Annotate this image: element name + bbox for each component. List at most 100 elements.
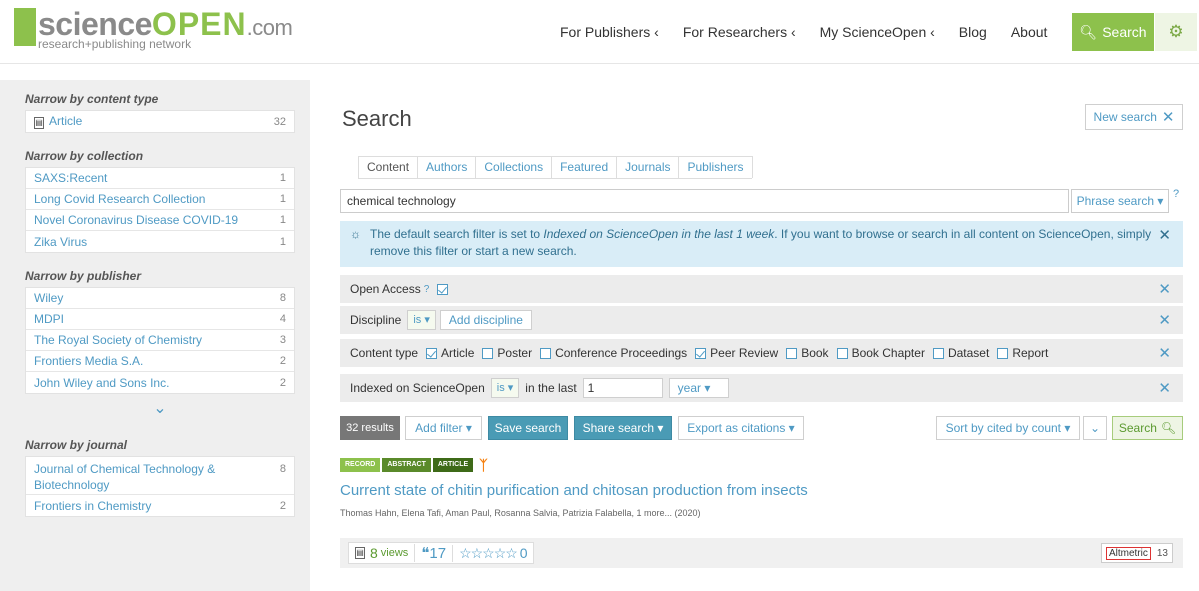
show-more-chevron-icon[interactable]: ⌄	[25, 398, 295, 420]
tab-content[interactable]: Content	[358, 156, 419, 178]
phrase-search-dropdown[interactable]: Phrase search ▾	[1071, 189, 1169, 213]
publisher-item[interactable]: John Wiley and Sons Inc. 2	[26, 372, 294, 393]
lightbulb-icon: ☼	[350, 227, 361, 241]
content-type-heading: Narrow by content type	[25, 92, 159, 106]
result-title-link[interactable]: Current state of chitin purification and…	[340, 482, 808, 499]
sort-dropdown[interactable]: Sort by cited by count ▾	[936, 416, 1080, 440]
star-icons: ☆☆☆☆☆	[459, 544, 518, 561]
list-item-label: John Wiley and Sons Inc.	[34, 375, 170, 390]
checkbox-dataset[interactable]	[932, 347, 944, 359]
nav-for-publishers[interactable]: For Publishers ‹	[560, 24, 659, 40]
in-the-last-label: in the last	[525, 381, 577, 395]
publisher-item[interactable]: Frontiers Media S.A. 2	[26, 351, 294, 372]
list-item-label: Article	[49, 114, 83, 128]
list-item-count: 4	[279, 313, 286, 325]
remove-filter-icon[interactable]: ✕	[1158, 344, 1171, 362]
option-label: Peer Review	[710, 346, 779, 360]
checkbox-book-chapter[interactable]	[836, 347, 848, 359]
publisher-item[interactable]: Wiley 8	[26, 288, 294, 309]
search-panel: Search New search ✕ Content Authors Coll…	[325, 80, 1199, 591]
indexed-operator-select[interactable]: is ▾	[490, 378, 520, 398]
header-search-button[interactable]: 🔍︎ Search	[1072, 13, 1154, 51]
list-item-count: 1	[279, 214, 286, 226]
new-search-button[interactable]: New search ✕	[1085, 104, 1183, 130]
info-banner: ☼ The default search filter is set to In…	[340, 221, 1183, 267]
content-type-list: ▤ Article 32	[25, 110, 295, 133]
tab-collections[interactable]: Collections	[475, 156, 553, 178]
altmetric-logo: Altmetric	[1105, 546, 1151, 560]
altmetric-badge[interactable]: Altmetric 13	[1100, 543, 1173, 563]
content-type-item-article[interactable]: ▤ Article 32	[26, 111, 294, 132]
tab-featured[interactable]: Featured	[551, 156, 618, 178]
collection-item[interactable]: Long Covid Research Collection 1	[26, 189, 294, 210]
remove-filter-icon[interactable]: ✕	[1158, 379, 1171, 397]
list-item-label: Wiley	[34, 291, 64, 305]
help-icon[interactable]: ?	[424, 284, 430, 295]
list-item-label: Journal of Chemical Technology & Biotech…	[34, 462, 216, 492]
help-icon[interactable]: ?	[1173, 188, 1179, 200]
scienceopen-logo[interactable]: scienceOPEN.com research+publishing netw…	[14, 8, 293, 50]
remove-filter-icon[interactable]: ✕	[1158, 311, 1171, 329]
nav-my-scienceopen[interactable]: My ScienceOpen ‹	[820, 24, 935, 40]
checkbox-article[interactable]	[426, 347, 438, 359]
citations-count[interactable]: ❝17	[414, 544, 446, 562]
journal-heading: Narrow by journal	[25, 438, 128, 452]
settings-gear-icon[interactable]: ⚙	[1155, 13, 1197, 51]
publisher-item[interactable]: MDPI 4	[26, 309, 294, 330]
list-item-label: Frontiers Media S.A.	[34, 354, 144, 368]
list-item-label: Novel Coronavirus Disease COVID-19	[34, 213, 239, 227]
share-search-button[interactable]: Share search ▾	[574, 416, 672, 440]
publisher-item[interactable]: The Royal Society of Chemistry 3	[26, 330, 294, 351]
export-citations-button[interactable]: Export as citations ▾	[678, 416, 804, 440]
open-access-checkbox[interactable]	[437, 283, 449, 295]
option-label: Dataset	[947, 346, 990, 360]
main-nav: For Publishers ‹ For Researchers ‹ My Sc…	[560, 0, 1071, 64]
indexed-label: Indexed on ScienceOpen	[350, 381, 485, 395]
list-item-count: 1	[279, 193, 286, 205]
results-toolbar: 32 results Add filter ▾ Save search Shar…	[340, 416, 1183, 440]
header-search-label: Search	[1102, 24, 1147, 40]
tab-publishers[interactable]: Publishers	[678, 156, 753, 178]
remove-filter-icon[interactable]: ✕	[1158, 280, 1171, 298]
nav-about[interactable]: About	[1011, 24, 1048, 40]
add-filter-button[interactable]: Add filter ▾	[405, 416, 482, 440]
journal-item[interactable]: Frontiers in Chemistry 2	[26, 495, 294, 516]
checkbox-report[interactable]	[997, 347, 1009, 359]
nav-for-researchers[interactable]: For Researchers ‹	[683, 24, 796, 40]
journal-list: Journal of Chemical Technology & Biotech…	[25, 456, 295, 517]
discipline-label: Discipline	[350, 313, 402, 327]
checkbox-book[interactable]	[786, 347, 798, 359]
time-unit-select[interactable]: year ▾	[668, 378, 729, 398]
views-count: 8	[370, 545, 378, 561]
altmetric-score: 13	[1156, 547, 1168, 559]
rating-stars[interactable]: ☆☆☆☆☆ 0	[452, 544, 528, 562]
list-item-label: Frontiers in Chemistry	[34, 498, 152, 513]
result-badges: RECORD ABSTRACT ARTICLE ᛉ	[340, 457, 488, 473]
toolbar-search-button[interactable]: Search 🔍︎	[1112, 416, 1183, 440]
list-item-count: 3	[279, 334, 286, 346]
save-search-button[interactable]: Save search	[488, 416, 568, 440]
checkbox-peer-review[interactable]	[695, 347, 707, 359]
checkbox-conference-proceedings[interactable]	[540, 347, 552, 359]
time-amount-input[interactable]: 1	[582, 378, 663, 398]
journal-item[interactable]: Journal of Chemical Technology & Biotech…	[26, 457, 294, 495]
add-discipline-button[interactable]: Add discipline	[439, 310, 532, 330]
checkbox-poster[interactable]	[482, 347, 494, 359]
search-query-input[interactable]: chemical technology	[340, 189, 1069, 213]
sort-direction-chevron-icon[interactable]: ⌄	[1083, 416, 1107, 440]
close-icon: ✕	[1161, 109, 1175, 126]
filter-content-type: Content type Article Poster Conference P…	[340, 339, 1183, 368]
tab-journals[interactable]: Journals	[616, 156, 680, 178]
collection-item[interactable]: SAXS:Recent 1	[26, 168, 294, 189]
nav-blog[interactable]: Blog	[959, 24, 987, 40]
collection-item[interactable]: Zika Virus 1	[26, 231, 294, 252]
tab-authors[interactable]: Authors	[417, 156, 477, 178]
filter-open-access: Open Access ? ✕	[340, 275, 1183, 304]
open-access-label: Open Access	[350, 282, 421, 296]
close-info-icon[interactable]: ✕	[1158, 227, 1171, 244]
option-label: Book Chapter	[851, 346, 925, 360]
discipline-operator-select[interactable]: is ▾	[407, 310, 436, 330]
list-item-label: Zika Virus	[34, 234, 88, 249]
article-icon: ▤	[355, 547, 365, 559]
collection-item[interactable]: Novel Coronavirus Disease COVID-19 1	[26, 210, 294, 231]
